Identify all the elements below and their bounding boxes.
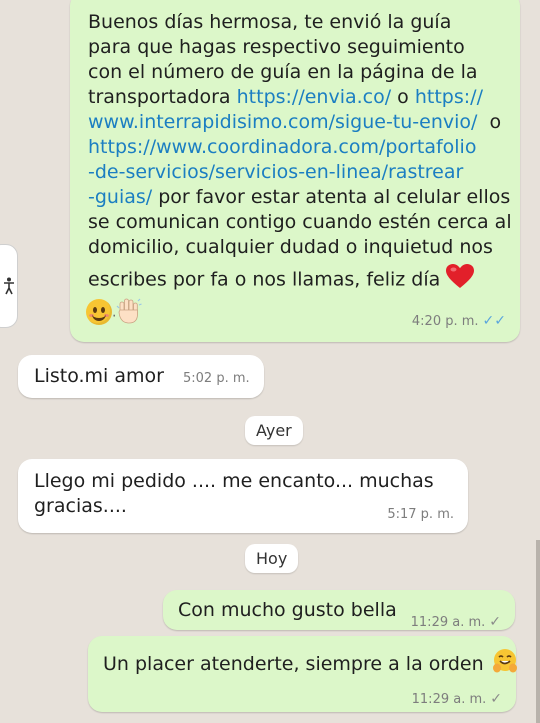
message-meta: 4:20 p. m. ✓✓ bbox=[412, 310, 506, 329]
message-line: se comunican contigo cuando estén cerca … bbox=[88, 211, 512, 233]
message-line: transportadora https://envia.co/ o https… bbox=[88, 86, 483, 108]
message-text: Llego mi pedido .... me encanto... mucha… bbox=[34, 470, 434, 517]
message-text: Listo.mi amor bbox=[34, 365, 164, 387]
message-line: para que hagas respectivo seguimiento bbox=[88, 36, 465, 58]
link-coordinadora[interactable]: -de-servicios/servicios-en-linea/rastrea… bbox=[88, 161, 463, 183]
message-line: https://www.coordinadora.com/portafolio bbox=[88, 135, 504, 160]
scrollbar[interactable] bbox=[536, 540, 540, 723]
message-line: Buenos días hermosa, te envió la guía bbox=[88, 11, 452, 33]
link-coordinadora[interactable]: -guias/ bbox=[88, 186, 152, 208]
message-text: Buenos días hermosa, te envió la guía pa… bbox=[88, 10, 512, 296]
message-line: -de-servicios/servicios-en-linea/rastrea… bbox=[88, 160, 504, 185]
message-time: 5:17 p. m. bbox=[387, 507, 454, 522]
message-time: 11:29 a. m. bbox=[410, 615, 486, 630]
message-line: escribes por fa o nos llamas, feliz día bbox=[88, 264, 504, 296]
waving-hand-icon bbox=[116, 296, 143, 328]
emoji-group: . bbox=[86, 296, 143, 328]
message-line: www.interrapidisimo.com/sigue-tu-envio/ … bbox=[88, 111, 502, 133]
message-meta: 11:29 a. m. ✓ bbox=[411, 611, 501, 630]
message-bubble-outgoing[interactable]: Buenos días hermosa, te envió la guía pa… bbox=[70, 0, 520, 342]
link-envia[interactable]: https://envia.co/ bbox=[237, 86, 392, 108]
message-bubble-incoming[interactable]: Listo.mi amor 5:02 p. m. bbox=[18, 355, 264, 398]
accessibility-side-tab[interactable] bbox=[0, 244, 18, 328]
red-heart-icon bbox=[446, 264, 475, 296]
chat-window: Buenos días hermosa, te envió la guía pa… bbox=[0, 0, 540, 723]
message-bubble-outgoing[interactable]: Con mucho gusto bella 11:29 a. m. ✓ bbox=[163, 590, 515, 630]
message-bubble-incoming[interactable]: Llego mi pedido .... me encanto... mucha… bbox=[18, 459, 468, 533]
message-time: 4:20 p. m. bbox=[411, 314, 479, 329]
message-meta: 11:29 a. m. ✓ bbox=[412, 688, 502, 707]
smiling-face-icon bbox=[86, 299, 112, 325]
message-bubble-outgoing[interactable]: Un placer atenderte, siempre a la orden … bbox=[88, 636, 518, 712]
link-interrapidisimo[interactable]: www.interrapidisimo.com/sigue-tu-envio/ bbox=[88, 111, 477, 133]
link-coordinadora[interactable]: https://www.coordinadora.com/portafolio bbox=[88, 136, 476, 158]
hugging-face-icon bbox=[492, 648, 518, 681]
link-interrapidisimo[interactable]: https:// bbox=[415, 86, 483, 108]
day-separator: Ayer bbox=[245, 416, 303, 445]
message-line: domicilio, cualquier dudad o inquietud n… bbox=[88, 236, 493, 258]
message-time: 5:02 p. m. bbox=[183, 371, 250, 386]
message-text: Con mucho gusto bella bbox=[178, 599, 397, 621]
check-icon: ✓ bbox=[489, 614, 501, 630]
double-check-icon: ✓✓ bbox=[482, 313, 506, 329]
message-time: 11:29 a. m. bbox=[411, 692, 487, 707]
check-icon: ✓ bbox=[490, 691, 502, 707]
message-text: Un placer atenderte, siempre a la orden bbox=[103, 648, 518, 681]
message-line: -guias/ por favor estar atenta al celula… bbox=[88, 186, 511, 208]
accessibility-icon bbox=[4, 277, 14, 295]
message-line: con el número de guía en la página de la bbox=[88, 61, 478, 83]
day-separator: Hoy bbox=[245, 544, 299, 573]
